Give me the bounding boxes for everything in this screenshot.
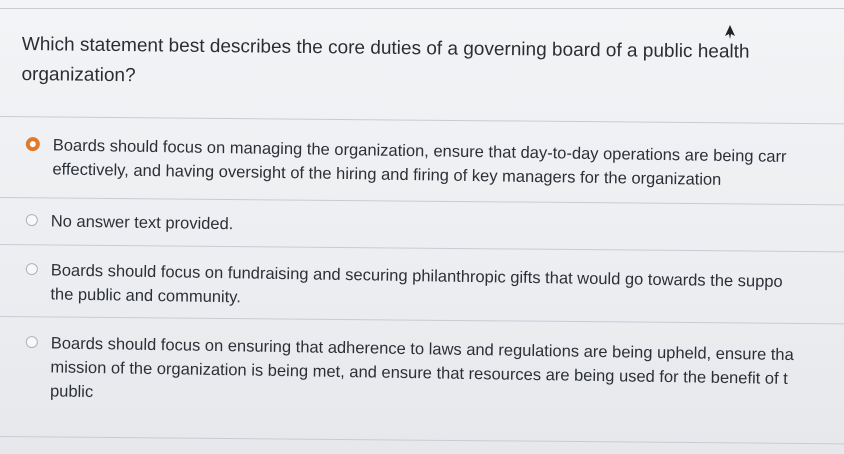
radio-button[interactable]	[25, 262, 38, 276]
answer-option-3-text: Boards should focus on fundraising and s…	[50, 258, 783, 317]
answer-option-2-text: No answer text provided.	[51, 209, 234, 236]
answer-option-3[interactable]: Boards should focus on fundraising and s…	[25, 258, 844, 319]
question-text: Which statement best describes the core …	[21, 30, 822, 98]
answer-option-2-line-1: No answer text provided.	[50, 212, 234, 234]
answer-option-4[interactable]: Boards should focus on ensuring that adh…	[25, 331, 844, 416]
radio-button[interactable]	[25, 335, 38, 349]
radio-button[interactable]	[25, 213, 38, 227]
question-divider	[0, 116, 844, 125]
answer-option-1-text: Boards should focus on managing the orga…	[52, 133, 786, 193]
quiz-page: Which statement best describes the core …	[0, 0, 844, 454]
radio-button-selected[interactable]	[25, 136, 40, 152]
option-divider-1	[0, 197, 844, 206]
option-divider-2	[0, 244, 844, 253]
option-divider-3	[0, 316, 844, 325]
option-divider-4	[0, 436, 844, 445]
answer-option-2[interactable]: No answer text provided.	[25, 209, 844, 246]
answer-option-4-text: Boards should focus on ensuring that adh…	[50, 331, 794, 415]
answer-option-1[interactable]: Boards should focus on managing the orga…	[25, 133, 844, 194]
top-border	[0, 0, 844, 9]
